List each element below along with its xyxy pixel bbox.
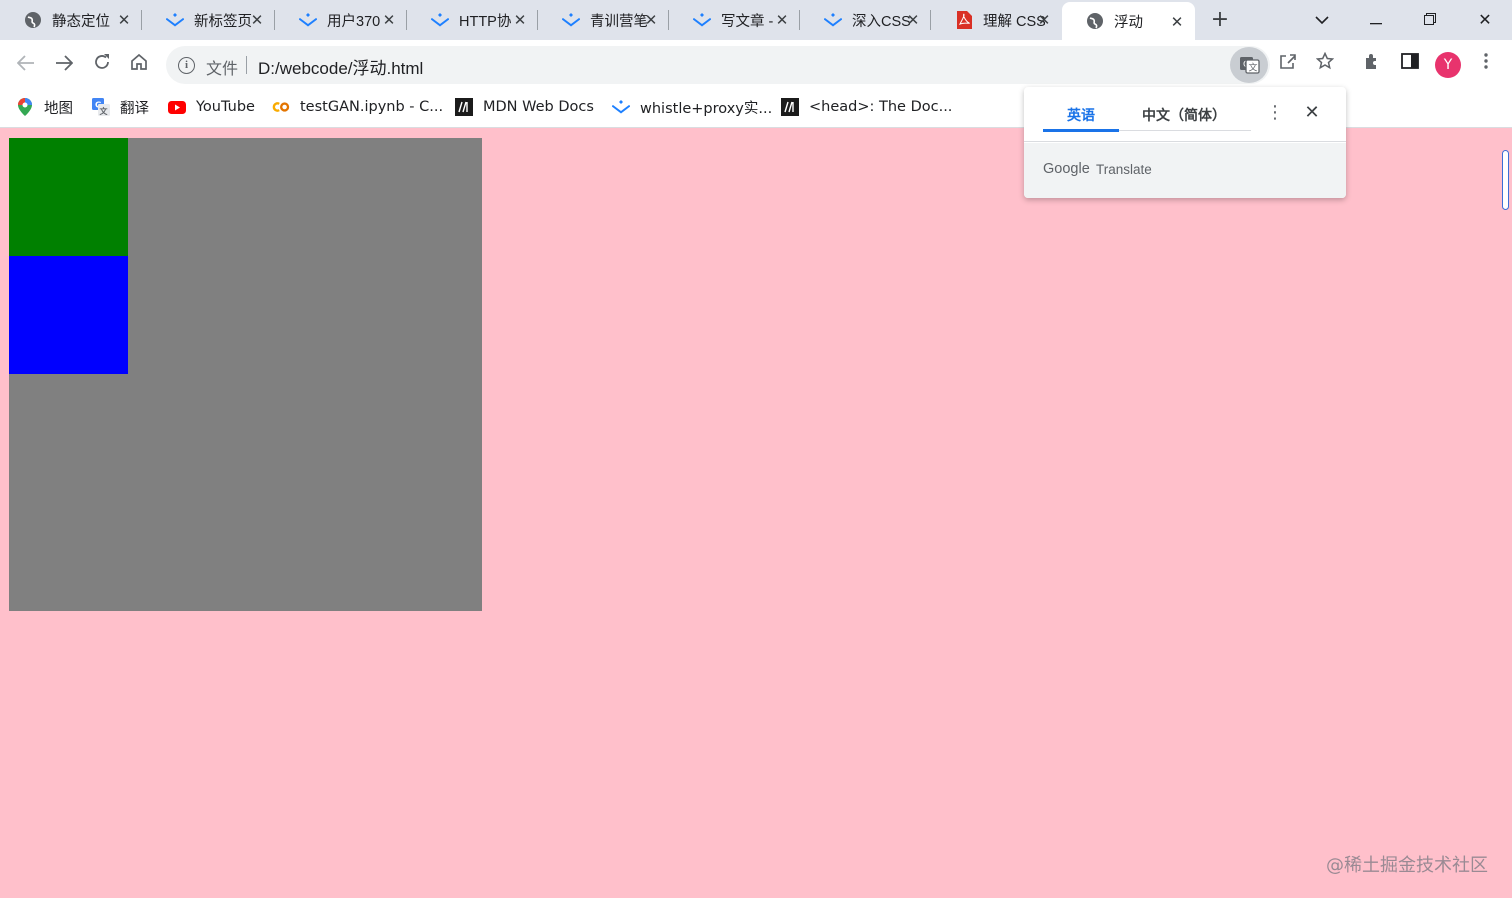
bookmark-label: whistle+proxy实... bbox=[640, 100, 773, 117]
bookmark-youtube[interactable]: YouTube bbox=[168, 96, 255, 118]
address-bar[interactable]: i 文件 D:/webcode/浮动.html G文 bbox=[166, 46, 1270, 84]
translate-popup: 英语 中文（简体） ⋮ ✕ Google Translate bbox=[1024, 87, 1346, 198]
juejin-icon bbox=[824, 11, 842, 29]
juejin-icon bbox=[166, 11, 184, 29]
tab-float[interactable]: 浮动 ✕ bbox=[1062, 2, 1195, 40]
close-icon[interactable]: ✕ bbox=[1036, 12, 1052, 28]
window-close-button[interactable]: ✕ bbox=[1473, 8, 1497, 32]
tab-user[interactable]: 用户370 ✕ bbox=[275, 0, 407, 40]
close-icon[interactable]: ✕ bbox=[643, 12, 659, 28]
home-button[interactable] bbox=[127, 52, 151, 76]
chevron-down-icon[interactable] bbox=[1310, 8, 1334, 32]
translate-brand-label: Translate bbox=[1096, 162, 1152, 177]
parent-container-box bbox=[9, 138, 482, 611]
close-icon[interactable]: ✕ bbox=[381, 12, 397, 28]
juejin-icon bbox=[431, 11, 449, 29]
bookmark-colab[interactable]: testGAN.ipynb - C... bbox=[272, 96, 443, 118]
tab-static-position[interactable]: 静态定位 ✕ bbox=[0, 0, 142, 40]
more-options-icon[interactable]: ⋮ bbox=[1266, 103, 1284, 123]
tab-understand-css[interactable]: 理解 CSS ✕ bbox=[931, 0, 1062, 40]
bookmark-star-icon[interactable] bbox=[1313, 51, 1337, 76]
menu-kebab-icon[interactable] bbox=[1474, 52, 1498, 76]
target-language-tab[interactable]: 中文（简体） bbox=[1142, 105, 1226, 125]
close-icon[interactable]: ✕ bbox=[905, 12, 921, 28]
bookmark-label: YouTube bbox=[196, 99, 255, 115]
tab-title: 静态定位 bbox=[52, 13, 110, 30]
bookmark-mdn[interactable]: MDN Web Docs bbox=[455, 96, 594, 118]
mdn-icon bbox=[781, 98, 799, 116]
extensions-icon[interactable] bbox=[1360, 52, 1384, 76]
close-icon[interactable]: ✕ bbox=[1304, 103, 1320, 123]
new-tab-button[interactable]: + bbox=[1208, 8, 1232, 32]
tab-strip: 静态定位 ✕ 新标签页 ✕ 用户370 ✕ HTTP协 ✕ 青训营笔 ✕ 写文章… bbox=[0, 0, 1512, 40]
colab-icon bbox=[272, 98, 290, 116]
bookmark-whistle[interactable]: whistle+proxy实... bbox=[612, 96, 772, 118]
tab-title: 新标签页 bbox=[194, 13, 252, 30]
bookmark-label: <head>: The Doc... bbox=[809, 99, 953, 115]
youtube-icon bbox=[168, 98, 186, 116]
restore-button[interactable] bbox=[1418, 8, 1442, 32]
translate-page-button[interactable]: G文 bbox=[1230, 47, 1268, 83]
forward-button[interactable] bbox=[52, 52, 76, 76]
close-icon[interactable]: ✕ bbox=[1169, 14, 1185, 30]
info-icon[interactable]: i bbox=[178, 57, 195, 74]
maps-icon bbox=[16, 98, 34, 116]
green-float-box bbox=[9, 138, 128, 256]
pdf-icon bbox=[955, 11, 973, 29]
bookmark-label: testGAN.ipynb - C... bbox=[300, 99, 444, 115]
tab-http[interactable]: HTTP协 ✕ bbox=[407, 0, 538, 40]
svg-text:文: 文 bbox=[100, 106, 109, 116]
watermark: @稀土掘金技术社区 bbox=[1326, 855, 1488, 876]
reload-button[interactable] bbox=[90, 52, 114, 76]
globe-icon bbox=[24, 11, 42, 29]
tab-qingxun[interactable]: 青训营笔 ✕ bbox=[538, 0, 669, 40]
tab-title: 浮动 bbox=[1114, 14, 1143, 31]
blue-box bbox=[9, 256, 128, 374]
close-icon[interactable]: ✕ bbox=[249, 12, 265, 28]
bookmark-label: 翻译 bbox=[120, 100, 149, 117]
translate-icon: G文 bbox=[92, 98, 110, 116]
tab-write-article[interactable]: 写文章 - ✕ bbox=[669, 0, 800, 40]
profile-avatar[interactable]: Y bbox=[1435, 52, 1461, 78]
close-icon[interactable]: ✕ bbox=[512, 12, 528, 28]
share-icon[interactable] bbox=[1276, 52, 1300, 76]
bookmark-label: 地图 bbox=[44, 100, 73, 117]
side-panel-icon[interactable] bbox=[1398, 52, 1422, 76]
page-viewport bbox=[0, 128, 1512, 898]
browser-toolbar: i 文件 D:/webcode/浮动.html G文 Y bbox=[0, 40, 1512, 88]
tab-deep-css[interactable]: 深入CSS ✕ bbox=[800, 0, 931, 40]
bookmark-mdn-head[interactable]: <head>: The Doc... bbox=[781, 96, 952, 118]
minimize-button[interactable] bbox=[1364, 8, 1388, 32]
close-icon[interactable]: ✕ bbox=[774, 12, 790, 28]
scrollbar-thumb[interactable] bbox=[1502, 150, 1509, 210]
google-logo: Google bbox=[1043, 161, 1090, 177]
mdn-icon bbox=[455, 98, 473, 116]
juejin-icon bbox=[562, 11, 580, 29]
url-text[interactable]: D:/webcode/浮动.html bbox=[258, 54, 423, 79]
juejin-icon bbox=[612, 98, 630, 116]
scheme-label: 文件 bbox=[206, 59, 239, 78]
tab-title: 用户370 bbox=[327, 13, 381, 30]
close-icon[interactable]: ✕ bbox=[116, 12, 132, 28]
bookmark-label: MDN Web Docs bbox=[483, 99, 594, 115]
juejin-icon bbox=[299, 11, 317, 29]
bookmark-maps[interactable]: 地图 bbox=[16, 96, 73, 118]
source-language-tab[interactable]: 英语 bbox=[1067, 105, 1095, 125]
tab-new-tab[interactable]: 新标签页 ✕ bbox=[142, 0, 275, 40]
juejin-icon bbox=[693, 11, 711, 29]
globe-icon bbox=[1086, 12, 1104, 30]
bookmark-translate[interactable]: G文 翻译 bbox=[92, 96, 149, 118]
back-button[interactable] bbox=[14, 52, 38, 76]
svg-text:文: 文 bbox=[1249, 62, 1258, 74]
